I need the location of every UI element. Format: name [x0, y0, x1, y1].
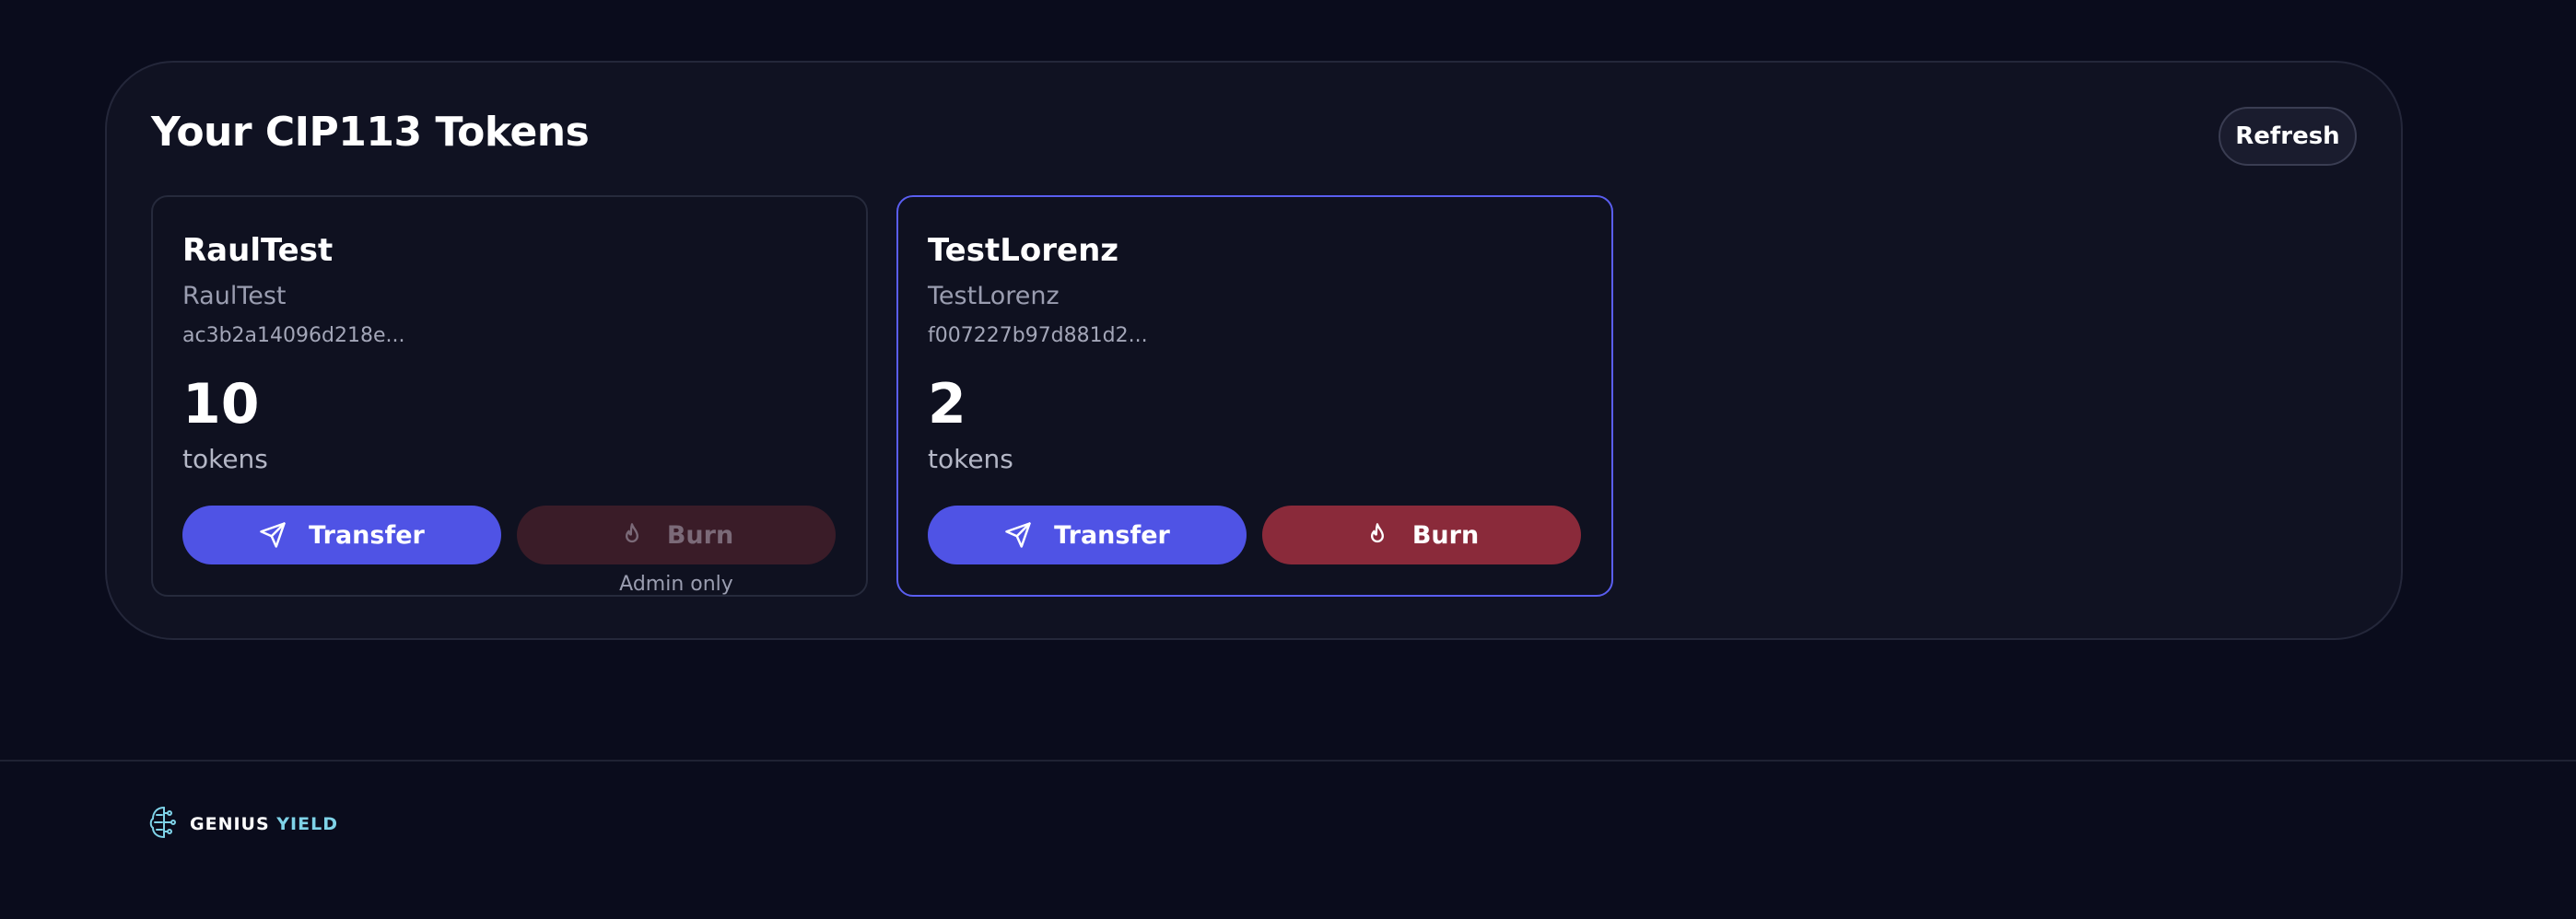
burn-button[interactable]: Burn [1262, 506, 1581, 564]
burn-label: Burn [666, 520, 734, 550]
refresh-button[interactable]: Refresh [2219, 107, 2357, 166]
burn-label: Burn [1411, 520, 1480, 550]
token-policy-id: ac3b2a14096d218e... [182, 324, 405, 347]
burn-restriction-note: Admin only [619, 573, 733, 596]
token-unit: tokens [182, 444, 268, 474]
token-amount: 10 [182, 372, 260, 436]
flame-icon [619, 521, 645, 549]
token-unit: tokens [928, 444, 1013, 474]
transfer-button[interactable]: Transfer [928, 506, 1247, 564]
footer-divider [0, 760, 2576, 762]
token-name: RaulTest [182, 232, 334, 269]
transfer-button[interactable]: Transfer [182, 506, 501, 564]
burn-button[interactable]: Burn [517, 506, 836, 564]
token-card-testlorenz[interactable]: TestLorenz TestLorenz f007227b97d881d2..… [896, 195, 1613, 597]
brain-circuit-icon [147, 804, 181, 844]
logo-word-genius: GENIUS [190, 814, 270, 834]
token-card-raultest[interactable]: RaulTest RaulTest ac3b2a14096d218e... 10… [151, 195, 868, 597]
flame-icon [1364, 521, 1390, 549]
page-title: Your CIP113 Tokens [151, 109, 590, 156]
token-subname: TestLorenz [928, 282, 1060, 310]
logo-word-yield: YIELD [276, 814, 338, 834]
token-name: TestLorenz [928, 232, 1119, 269]
token-amount: 2 [928, 372, 966, 436]
token-policy-id: f007227b97d881d2... [928, 324, 1148, 347]
token-subname: RaulTest [182, 282, 287, 310]
send-icon [259, 521, 287, 549]
transfer-label: Transfer [309, 520, 425, 550]
tokens-panel: Your CIP113 Tokens Refresh RaulTest Raul… [105, 61, 2403, 640]
genius-yield-logo[interactable]: GENIUS YIELD [147, 804, 338, 844]
transfer-label: Transfer [1054, 520, 1170, 550]
send-icon [1004, 521, 1032, 549]
